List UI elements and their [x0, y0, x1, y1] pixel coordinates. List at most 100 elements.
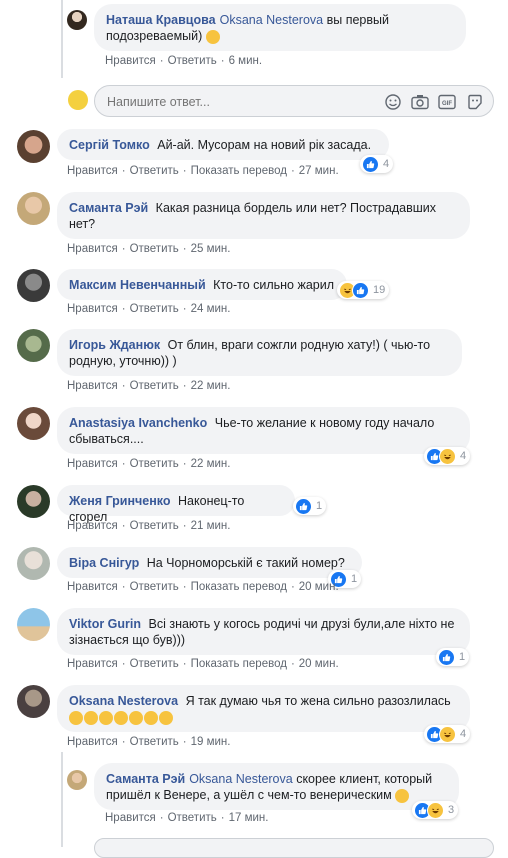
reaction-count: 4	[460, 450, 467, 462]
comment-time[interactable]: 21 мин.	[191, 520, 231, 532]
comment-actions: Нравится · Ответить · Показать перевод · 20 ми…	[67, 658, 339, 670]
comment-author[interactable]: Саманта Рэй	[106, 772, 185, 786]
comment-author[interactable]: Женя Гринченко	[69, 494, 171, 508]
svg-text:GIF: GIF	[442, 101, 452, 107]
avatar[interactable]	[17, 130, 50, 163]
reply-link[interactable]: Ответить	[130, 520, 179, 532]
like-link[interactable]: Нравится	[67, 380, 118, 392]
avatar[interactable]	[17, 685, 50, 718]
avatar[interactable]	[17, 547, 50, 580]
reply-thread-line	[61, 0, 63, 78]
comment-author[interactable]: Максим Невенчанный	[69, 278, 206, 292]
like-reaction-icon	[362, 155, 379, 173]
like-reaction-icon	[295, 497, 312, 515]
reaction-count: 1	[316, 500, 323, 512]
comment-time[interactable]: 27 мин.	[299, 165, 339, 177]
comment-time[interactable]: 25 мин.	[191, 243, 231, 255]
sticker-icon[interactable]	[467, 94, 483, 110]
reply-link[interactable]: Ответить	[130, 736, 179, 748]
translate-link[interactable]: Показать перевод	[191, 581, 287, 593]
reply-thread-line	[61, 752, 63, 847]
comment-bubble: Саманта Рэй Oksana Nesterova скорее клиен…	[94, 763, 459, 810]
avatar[interactable]	[17, 608, 50, 641]
like-link[interactable]: Нравится	[67, 458, 118, 470]
avatar[interactable]	[67, 10, 87, 30]
comment-actions: Нравится · Ответить · Показать перевод · 27 ми…	[67, 165, 339, 177]
comment-bubble: Viktor Gurin Всі знають у когось родичі …	[57, 608, 470, 655]
gif-icon[interactable]: GIF	[438, 94, 456, 110]
comment-author[interactable]: Oksana Nesterova	[69, 694, 178, 708]
reaction-summary[interactable]: 1	[436, 648, 470, 666]
reaction-summary[interactable]: 4	[424, 725, 471, 743]
comment-text: Ай-ай. Мусорам на новий рік засада.	[157, 138, 372, 152]
reaction-summary[interactable]: 4	[360, 155, 394, 173]
like-link[interactable]: Нравится	[105, 812, 156, 824]
comment-text: Я так думаю чья то жена сильно разозлила…	[185, 694, 451, 708]
reply-link[interactable]: Ответить	[130, 165, 179, 177]
like-link[interactable]: Нравится	[67, 658, 118, 670]
mention[interactable]: Oksana Nesterova	[220, 13, 324, 27]
reaction-summary[interactable]: 1	[293, 497, 327, 515]
reply-link[interactable]: Ответить	[130, 458, 179, 470]
avatar[interactable]	[67, 770, 87, 790]
mention[interactable]: Oksana Nesterova	[189, 772, 293, 786]
haha-reaction-icon	[439, 725, 456, 743]
comment-author[interactable]: Игорь Жданюк	[69, 338, 160, 352]
reaction-summary[interactable]: 4	[424, 447, 471, 465]
like-link[interactable]: Нравится	[67, 736, 118, 748]
avatar[interactable]	[17, 329, 50, 362]
comment-author[interactable]: Anastasiya Ivanchenko	[69, 416, 207, 430]
grinning-face-icon	[395, 788, 410, 803]
reply-link[interactable]: Ответить	[168, 55, 217, 67]
comment-time[interactable]: 20 мин.	[299, 658, 339, 670]
like-link[interactable]: Нравится	[67, 581, 118, 593]
reply-link[interactable]: Ответить	[130, 380, 179, 392]
comment-actions: Нравится · Ответить · 17 мин.	[105, 812, 269, 824]
comment-author[interactable]: Viktor Gurin	[69, 617, 141, 631]
comment-actions: Нравится · Ответить · 21 мин.	[67, 520, 231, 532]
comment-bubble: Anastasiya Ivanchenko Чье-то желание к н…	[57, 407, 470, 454]
reaction-summary[interactable]: 19	[337, 281, 390, 299]
avatar[interactable]	[17, 269, 50, 302]
like-link[interactable]: Нравится	[67, 165, 118, 177]
camera-icon[interactable]	[411, 94, 429, 110]
comment-time[interactable]: 17 мин.	[229, 812, 269, 824]
reply-link[interactable]: Ответить	[130, 658, 179, 670]
comment-author[interactable]: Наташа Кравцова	[106, 13, 216, 27]
like-reaction-icon	[438, 648, 455, 666]
reaction-summary[interactable]: 3	[412, 801, 459, 819]
translate-link[interactable]: Показать перевод	[191, 658, 287, 670]
comment-actions: Нравится · Ответить · 6 мин.	[105, 55, 263, 67]
comment-time[interactable]: 22 мин.	[191, 458, 231, 470]
comment-time[interactable]: 24 мин.	[191, 303, 231, 315]
comment-time[interactable]: 22 мин.	[191, 380, 231, 392]
reaction-count: 4	[460, 728, 467, 740]
translate-link[interactable]: Показать перевод	[191, 165, 287, 177]
emoji-icon[interactable]	[385, 94, 401, 110]
reply-input[interactable]	[105, 92, 379, 112]
like-link[interactable]: Нравится	[105, 55, 156, 67]
comment-author[interactable]: Саманта Рэй	[69, 201, 148, 215]
avatar[interactable]	[17, 485, 50, 518]
comment-time[interactable]: 19 мин.	[191, 736, 231, 748]
reply-input-preview[interactable]	[94, 838, 494, 858]
comment-actions: Нравится · Ответить · 22 мин.	[67, 458, 231, 470]
avatar[interactable]	[17, 407, 50, 440]
comment-bubble: Віра Снігур На Чорноморській є такий ном…	[57, 547, 362, 578]
avatar[interactable]	[17, 192, 50, 225]
comment-actions: Нравится · Ответить · 25 мин.	[67, 243, 231, 255]
like-link[interactable]: Нравится	[67, 520, 118, 532]
comment-time[interactable]: 20 мин.	[299, 581, 339, 593]
reply-link[interactable]: Ответить	[168, 812, 217, 824]
reply-input-box[interactable]: GIF	[94, 85, 494, 117]
comment-text: Кто-то сильно жарил	[213, 278, 335, 292]
reply-link[interactable]: Ответить	[130, 581, 179, 593]
comment-bubble: Наташа Кравцова Oksana Nesterova вы первы…	[94, 4, 466, 51]
like-link[interactable]: Нравится	[67, 243, 118, 255]
reply-link[interactable]: Ответить	[130, 243, 179, 255]
reply-link[interactable]: Ответить	[130, 303, 179, 315]
comment-author[interactable]: Сергій Томко	[69, 138, 150, 152]
like-link[interactable]: Нравится	[67, 303, 118, 315]
comment-time[interactable]: 6 мин.	[229, 55, 262, 67]
comment-author[interactable]: Віра Снігур	[69, 556, 139, 570]
